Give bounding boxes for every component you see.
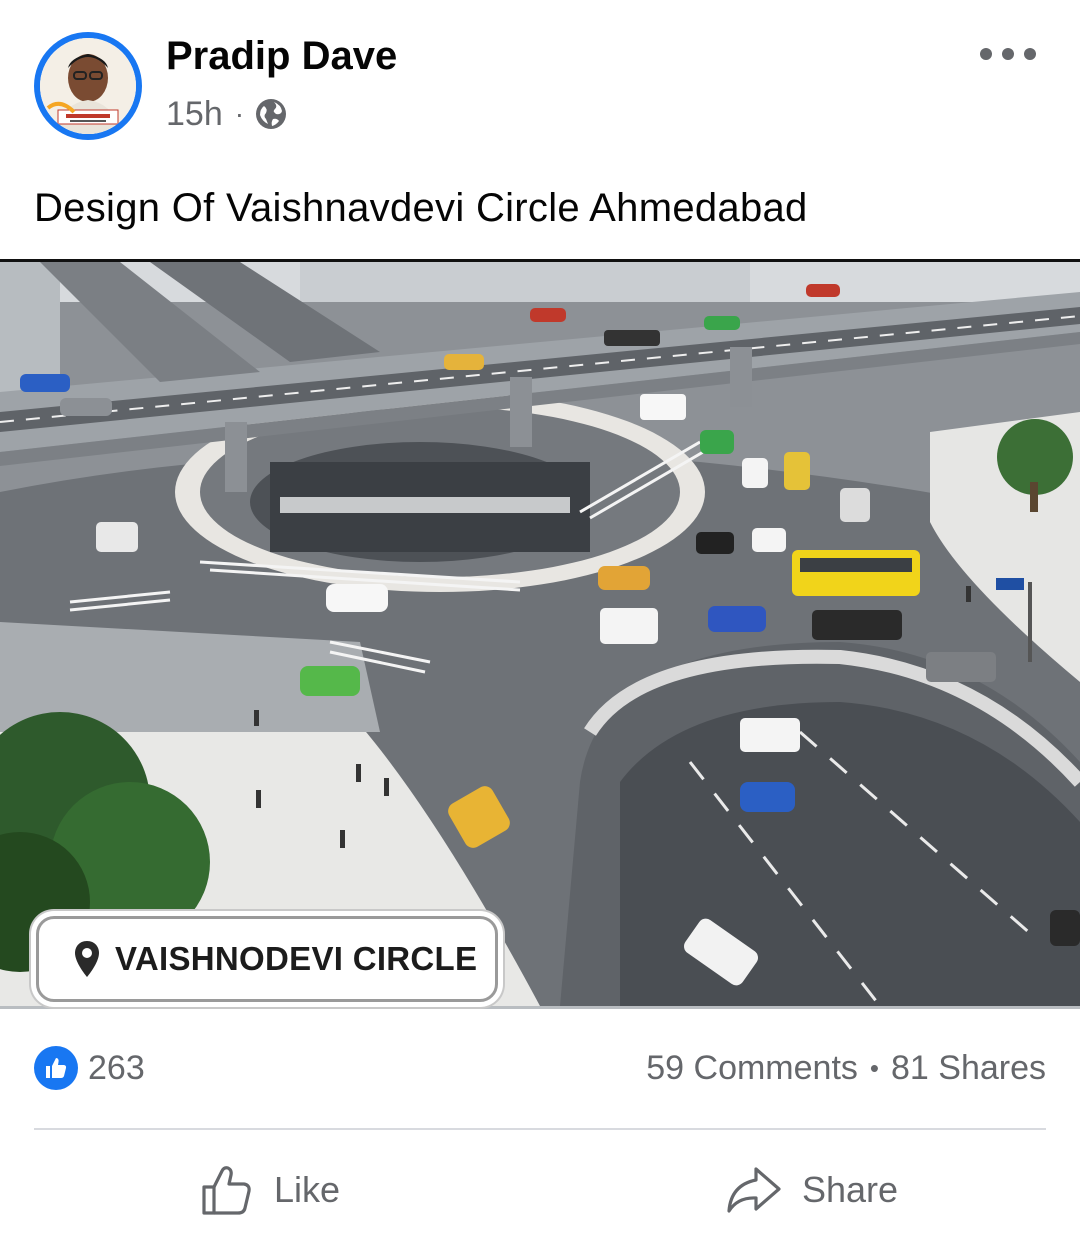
more-options-icon[interactable] xyxy=(980,40,1036,68)
post-time[interactable]: 15h xyxy=(166,95,223,134)
author-name[interactable]: Pradip Dave xyxy=(166,34,397,79)
like-label: Like xyxy=(274,1169,341,1210)
like-reaction-icon[interactable] xyxy=(34,1046,78,1090)
post-actions: Like Share xyxy=(0,1150,1080,1230)
meta-separator: · xyxy=(234,98,245,129)
comments-count[interactable]: 59 Comments xyxy=(646,1046,858,1090)
like-button[interactable]: Like xyxy=(200,1150,340,1230)
engagement-counts: 59 Comments • 81 Shares xyxy=(646,1046,1046,1090)
post-photo[interactable]: VAISHNODEVI CIRCLE xyxy=(0,259,1080,1009)
location-badge: VAISHNODEVI CIRCLE xyxy=(36,916,498,1002)
actions-divider xyxy=(34,1128,1046,1130)
flyover-rendering xyxy=(0,262,1080,1006)
globe-icon xyxy=(256,99,287,129)
profile-photo xyxy=(40,38,136,134)
reaction-count[interactable]: 263 xyxy=(88,1046,145,1090)
thumbs-up-icon xyxy=(202,1166,251,1215)
share-button[interactable]: Share xyxy=(726,1150,898,1230)
author-avatar[interactable] xyxy=(34,32,142,140)
map-pin-icon xyxy=(75,941,99,977)
engagement-bar: 263 59 Comments • 81 Shares xyxy=(0,1040,1080,1096)
post-header: Pradip Dave 15h · xyxy=(0,0,1080,160)
location-label: VAISHNODEVI CIRCLE xyxy=(115,940,478,977)
shares-count[interactable]: 81 Shares xyxy=(891,1046,1046,1090)
share-label: Share xyxy=(802,1169,899,1210)
post-meta: 15h · xyxy=(166,94,288,134)
post-caption: Design Of Vaishnavdevi Circle Ahmedabad xyxy=(34,186,808,230)
counts-separator: • xyxy=(869,1053,879,1083)
share-arrow-icon xyxy=(727,1167,781,1213)
